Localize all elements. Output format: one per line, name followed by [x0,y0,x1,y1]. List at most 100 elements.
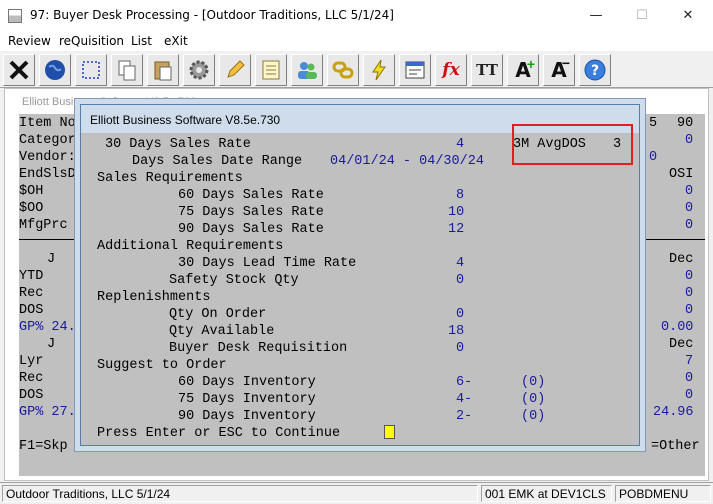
maximize-button[interactable]: ☐ [619,0,665,31]
value-osi: OSI [669,167,694,182]
qty-available-value: 18 [448,324,465,339]
label-gp-1: GP% 24. [19,320,76,335]
label-category: Categor [19,133,76,148]
copy-icon[interactable] [111,54,143,86]
close-button[interactable]: ✕ [665,0,711,31]
chain-link-icon[interactable] [327,54,359,86]
tt-glyph: TT [476,61,498,79]
help-icon[interactable]: ? [579,54,611,86]
inv90-paren: (0) [521,409,546,424]
footer-function-keys: F1=Skp [19,439,68,454]
plus-icon: + [526,56,535,72]
label-j-2: J [47,337,56,352]
value-ytd: 0 [685,269,694,284]
header-dec-1: Dec [669,252,694,267]
sales-requirements-heading: Sales Requirements [97,171,243,186]
date-range-label: Days Sales Date Range [132,154,303,169]
menu-exit[interactable]: eXit [164,34,188,48]
value-rec-2: 0 [685,371,694,386]
value-dos-1: 0 [685,303,694,318]
text-size-icon[interactable]: TT [471,54,503,86]
notepad-icon[interactable] [255,54,287,86]
label-vendor: Vendor: [19,150,76,165]
minus-icon: − [561,55,570,71]
qty-on-order-value: 0 [456,307,465,322]
inv60-value: 6- [456,375,473,390]
globe-icon[interactable] [39,54,71,86]
qty-available-label: Qty Available [169,324,275,339]
value-r5: 0 [685,184,694,199]
inv90-value: 2- [456,409,473,424]
users-icon[interactable] [291,54,323,86]
inv75-paren: (0) [521,392,546,407]
toolbar: fx TT A + A − ? [0,52,713,88]
form-icon[interactable] [399,54,431,86]
window-titlebar: 97: Buyer Desk Processing - [Outdoor Tra… [0,0,713,31]
label-oh: $OH [19,184,44,199]
lightning-icon[interactable] [363,54,395,86]
additional-requirements-heading: Additional Requirements [97,239,284,254]
replenishments-heading: Replenishments [97,290,211,305]
days90-sales-rate-value: 12 [448,222,465,237]
label-endslsd: EndSlsD [19,167,76,182]
text-cursor[interactable] [384,425,395,439]
minimize-button[interactable]: — [573,0,619,31]
exit-x-icon[interactable] [3,54,35,86]
days75-sales-rate-value: 10 [448,205,465,220]
label-lyr: Lyr [19,354,44,369]
font-grow-icon[interactable]: A + [507,54,539,86]
dialog-title: Elliott Business Software V8.5e.730 [90,113,281,127]
lead-time-rate-value: 4 [456,256,465,271]
safety-stock-label: Safety Stock Qty [169,273,299,288]
label-mfgprc: MfgPrc [19,218,68,233]
continue-prompt: Press Enter or ESC to Continue [97,426,341,441]
menu-bar: Review reQuisition List eXit [0,31,713,51]
value-r3: 0 [649,150,658,165]
inv60-paren: (0) [521,375,546,390]
avgdos-highlight-box [512,124,633,165]
value-gp-1: 0.00 [661,320,694,335]
buyer-desk-req-label: Buyer Desk Requisition [169,341,348,356]
days30-sales-rate-label: 30 Days Sales Rate [105,137,251,152]
svg-text:?: ? [591,63,599,79]
dialog-body: 30 Days Sales Rate 4 3M AvgDOS 3 Days Sa… [85,124,635,443]
days75-sales-rate-label: 75 Days Sales Rate [178,205,324,220]
days90-sales-rate-label: 90 Days Sales Rate [178,222,324,237]
edit-pencil-icon[interactable] [219,54,251,86]
function-fx-icon[interactable]: fx [435,54,467,86]
value-gp-2: 24.96 [653,405,694,420]
status-company: Outdoor Traditions, LLC 5/1/24 [2,485,478,502]
label-gp-2: GP% 27. [19,405,76,420]
settings-gear-icon[interactable] [183,54,215,86]
fx-glyph: fx [442,60,460,80]
window-title: 97: Buyer Desk Processing - [Outdoor Tra… [30,8,394,22]
value-r6: 0 [685,201,694,216]
footer-other: =Other [651,439,700,454]
paste-icon[interactable] [147,54,179,86]
app-window-icon [8,9,22,23]
sales-rate-dialog: Elliott Business Software V8.5e.730 30 D… [80,104,640,446]
days60-sales-rate-value: 8 [456,188,465,203]
days30-sales-rate-value: 4 [456,137,465,152]
status-bar: Outdoor Traditions, LLC 5/1/24 001 EMK a… [0,482,713,504]
label-j-1: J [47,252,56,267]
safety-stock-value: 0 [456,273,465,288]
value-lyr: 7 [685,354,694,369]
inv90-label: 90 Days Inventory [178,409,316,424]
menu-requisition[interactable]: reQuisition [59,34,124,48]
select-box-icon[interactable] [75,54,107,86]
label-dos-2: DOS [19,388,44,403]
label-oo: $OO [19,201,44,216]
value-r7: 0 [685,218,694,233]
menu-review[interactable]: Review [8,34,51,48]
label-dos-1: DOS [19,303,44,318]
status-program: POBDMENU [615,485,711,502]
inv60-label: 60 Days Inventory [178,375,316,390]
value-rec-1: 0 [685,286,694,301]
inv75-label: 75 Days Inventory [178,392,316,407]
font-shrink-icon[interactable]: A − [543,54,575,86]
value-dos-2: 0 [685,388,694,403]
label-ytd: YTD [19,269,44,284]
menu-list[interactable]: List [131,34,152,48]
value-r1b: 90 [677,116,694,131]
